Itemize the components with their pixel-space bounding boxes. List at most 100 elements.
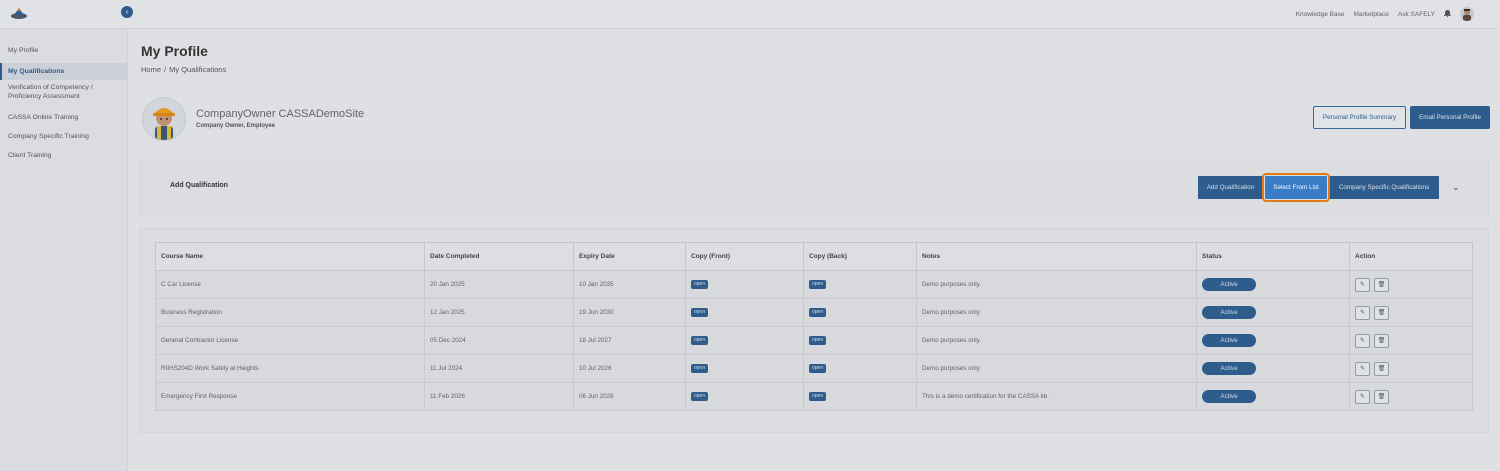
- edit-icon[interactable]: ✎: [1355, 277, 1370, 292]
- cell-notes: Demo purposes only.: [916, 298, 1197, 327]
- table-row: General Contractor License 05 Dec 2024 1…: [155, 326, 1473, 355]
- status-badge: Active: [1202, 306, 1256, 319]
- user-avatar[interactable]: [1460, 7, 1474, 21]
- cell-copy-back: open: [803, 382, 917, 411]
- sidebar-item-cassa-online-training[interactable]: CASSA Online Training: [0, 108, 127, 127]
- open-back-link[interactable]: open: [809, 364, 827, 373]
- add-qualification-card: Add Qualification Add Qualification Sele…: [139, 161, 1489, 215]
- cell-course-name: C Car License: [155, 270, 425, 299]
- status-badge: Active: [1202, 362, 1256, 375]
- delete-icon[interactable]: 🗑: [1374, 361, 1389, 376]
- open-front-link[interactable]: open: [691, 392, 709, 401]
- cell-action: ✎ 🗑: [1349, 382, 1473, 411]
- cell-notes: Demo purposes only.: [916, 326, 1197, 355]
- chevron-left-icon: ‹: [125, 7, 129, 16]
- cell-copy-back: open: [803, 298, 917, 327]
- table-row: Emergency First Response 11 Feb 2026 06 …: [155, 382, 1473, 411]
- open-front-link[interactable]: open: [691, 280, 709, 289]
- cell-copy-back: open: [803, 270, 917, 299]
- cell-expiry-date: 19 Jun 2030: [573, 298, 686, 327]
- column-header-status[interactable]: Status: [1196, 242, 1350, 271]
- app-root: ‹ Knowledge Base Marketplace Ask SAFELY …: [0, 0, 1500, 471]
- cell-course-name: General Contractor License: [155, 326, 425, 355]
- table-header-row: Course Name Date Completed Expiry Date C…: [155, 242, 1473, 271]
- column-header-notes: Notes: [916, 242, 1197, 271]
- page-title: My Profile: [141, 43, 208, 59]
- delete-icon[interactable]: 🗑: [1374, 333, 1389, 348]
- cell-action: ✎ 🗑: [1349, 298, 1473, 327]
- cell-course-name: RIIHS204D Work Safely at Heights: [155, 354, 425, 383]
- sidebar-item-verification-of-competency[interactable]: Verification of Competency / Proficiency…: [0, 80, 127, 108]
- top-bar: ‹ Knowledge Base Marketplace Ask SAFELY: [0, 0, 1500, 29]
- email-personal-profile-button[interactable]: Email Personal Profile: [1410, 106, 1490, 129]
- cell-copy-front: open: [685, 326, 804, 355]
- cell-course-name: Business Registration: [155, 298, 425, 327]
- cell-status: Active: [1196, 382, 1350, 411]
- sidebar-collapse-button[interactable]: ‹: [121, 6, 133, 18]
- cell-copy-front: open: [685, 298, 804, 327]
- profile-avatar: [142, 97, 186, 141]
- cell-notes: This is a demo certification for the CAS…: [916, 382, 1197, 411]
- chevron-down-icon[interactable]: ⌄: [1452, 182, 1460, 193]
- sidebar-item-my-profile[interactable]: My Profile: [0, 44, 127, 63]
- breadcrumb-home[interactable]: Home: [141, 65, 161, 74]
- cell-expiry-date: 10 Jan 2035: [573, 270, 686, 299]
- cell-action: ✎ 🗑: [1349, 326, 1473, 355]
- bell-icon[interactable]: [1444, 9, 1451, 19]
- column-header-copy-front: Copy (Front): [685, 242, 804, 271]
- edit-icon[interactable]: ✎: [1355, 389, 1370, 404]
- cell-copy-front: open: [685, 270, 804, 299]
- open-back-link[interactable]: open: [809, 308, 827, 317]
- cell-date-completed: 11 Jul 2024: [424, 354, 574, 383]
- breadcrumb: Home / My Qualifications: [141, 65, 226, 74]
- cell-status: Active: [1196, 270, 1350, 299]
- sidebar-item-client-training[interactable]: Client Training: [0, 146, 127, 165]
- top-links: Knowledge Base Marketplace Ask SAFELY: [1296, 0, 1474, 28]
- breadcrumb-current: My Qualifications: [169, 65, 227, 74]
- marketplace-link[interactable]: Marketplace: [1354, 11, 1389, 18]
- status-badge: Active: [1202, 334, 1256, 347]
- delete-icon[interactable]: 🗑: [1374, 389, 1389, 404]
- table-row: C Car License 20 Jan 2025 10 Jan 2035 op…: [155, 270, 1473, 299]
- open-front-link[interactable]: open: [691, 364, 709, 373]
- open-front-link[interactable]: open: [691, 336, 709, 345]
- column-header-expiry-date[interactable]: Expiry Date: [573, 242, 686, 271]
- edit-icon[interactable]: ✎: [1355, 333, 1370, 348]
- personal-profile-summary-button[interactable]: Personal Profile Summary: [1313, 106, 1406, 129]
- delete-icon[interactable]: 🗑: [1374, 277, 1389, 292]
- column-header-course-name[interactable]: Course Name: [155, 242, 425, 271]
- edit-icon[interactable]: ✎: [1355, 361, 1370, 376]
- company-logo-icon[interactable]: [10, 5, 28, 21]
- add-qualification-label: Add Qualification: [170, 182, 228, 189]
- column-header-action: Action: [1349, 242, 1473, 271]
- company-specific-qualifications-button[interactable]: Company Specific Qualifications: [1329, 176, 1439, 199]
- select-from-list-button[interactable]: Select From List: [1262, 173, 1330, 202]
- status-badge: Active: [1202, 390, 1256, 403]
- breadcrumb-separator: /: [164, 65, 167, 74]
- profile-name: CompanyOwner CASSADemoSite: [196, 108, 365, 120]
- sidebar-item-company-specific-training[interactable]: Company Specific Training: [0, 127, 127, 146]
- delete-icon[interactable]: 🗑: [1374, 305, 1389, 320]
- open-back-link[interactable]: open: [809, 280, 827, 289]
- knowledge-base-link[interactable]: Knowledge Base: [1296, 11, 1345, 18]
- cell-action: ✎ 🗑: [1349, 270, 1473, 299]
- cell-copy-back: open: [803, 326, 917, 355]
- cell-copy-back: open: [803, 354, 917, 383]
- ask-safely-link[interactable]: Ask SAFELY: [1398, 11, 1435, 18]
- cell-date-completed: 20 Jan 2025: [424, 270, 574, 299]
- cell-status: Active: [1196, 326, 1350, 355]
- sidebar: My Profile My Qualifications Verificatio…: [0, 29, 128, 471]
- open-back-link[interactable]: open: [809, 336, 827, 345]
- qualifications-table: Course Name Date Completed Expiry Date C…: [155, 242, 1473, 411]
- column-header-date-completed[interactable]: Date Completed: [424, 242, 574, 271]
- cell-status: Active: [1196, 354, 1350, 383]
- cell-copy-front: open: [685, 382, 804, 411]
- sidebar-item-my-qualifications[interactable]: My Qualifications: [0, 63, 127, 80]
- cell-course-name: Emergency First Response: [155, 382, 425, 411]
- cell-action: ✎ 🗑: [1349, 354, 1473, 383]
- add-qualification-button[interactable]: Add Qualification: [1198, 176, 1263, 199]
- edit-icon[interactable]: ✎: [1355, 305, 1370, 320]
- open-back-link[interactable]: open: [809, 392, 827, 401]
- profile-role: Company Owner, Employee: [196, 123, 276, 129]
- open-front-link[interactable]: open: [691, 308, 709, 317]
